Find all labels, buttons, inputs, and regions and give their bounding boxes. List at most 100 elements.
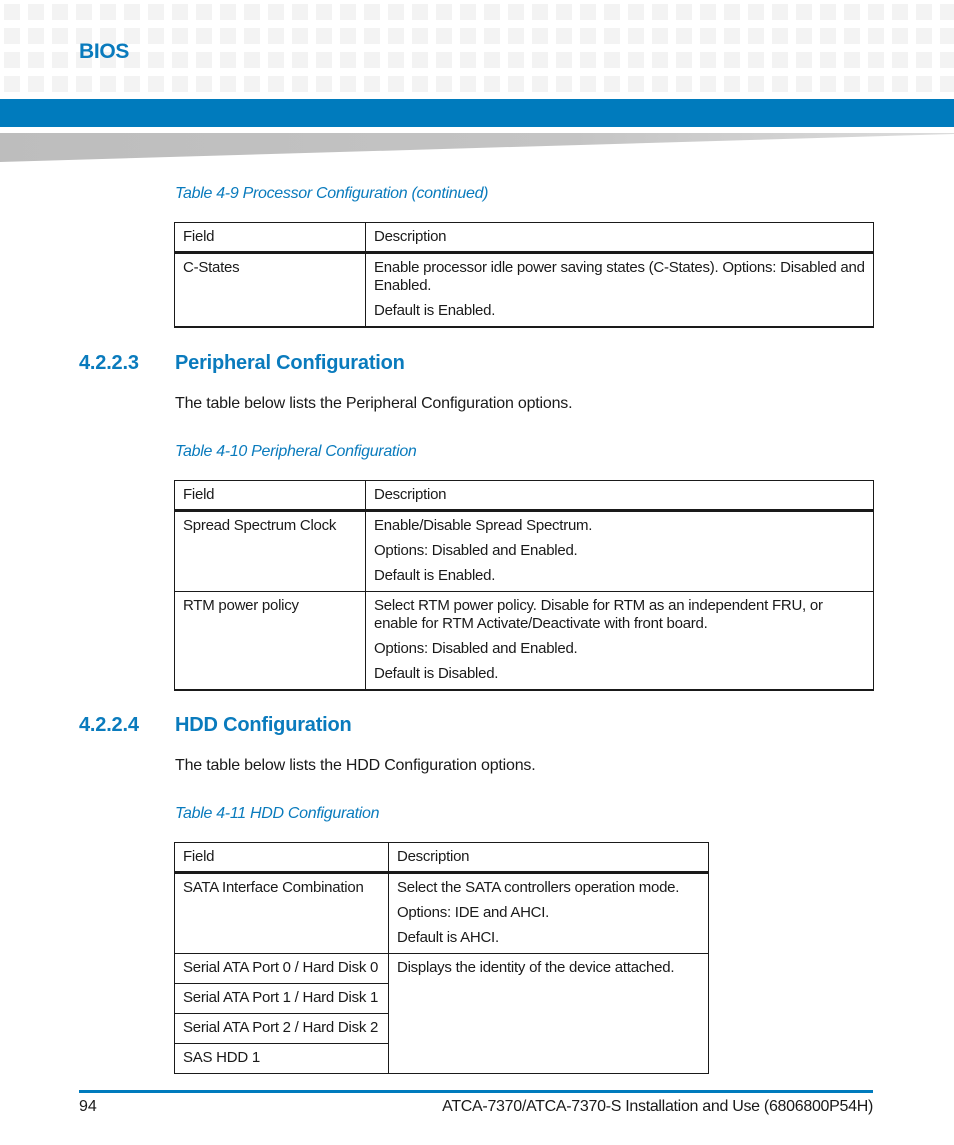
header-grid-square <box>196 52 212 68</box>
header-grid-square <box>820 52 836 68</box>
header-grid-square <box>244 4 260 20</box>
header-grid-square <box>460 76 476 92</box>
header-grid-square <box>172 52 188 68</box>
header-grid-square <box>100 76 116 92</box>
header-grid-square <box>292 28 308 44</box>
description-line: Enable/Disable Spread Spectrum. <box>374 517 593 534</box>
header-grid-square <box>676 28 692 44</box>
field-cell: C-States <box>174 252 366 328</box>
field-cell: SAS HDD 1 <box>174 1043 389 1074</box>
header-grid-square <box>508 52 524 68</box>
header-grid-square <box>220 52 236 68</box>
table-row: SATA Interface Combination Select the SA… <box>174 872 709 954</box>
header-grid-square <box>628 52 644 68</box>
header-grid-square <box>580 52 596 68</box>
header-grid-square <box>4 76 20 92</box>
header-grid-square <box>868 28 884 44</box>
table-caption-4-9: Table 4-9 Processor Configuration (conti… <box>175 185 489 202</box>
field-cell: RTM power policy <box>174 591 366 691</box>
header-grid-square <box>916 4 932 20</box>
header-grid-square <box>556 4 572 20</box>
section-heading-peripheral-configuration: 4.2.2.3 Peripheral Configuration <box>79 352 405 375</box>
section-heading-hdd-configuration: 4.2.2.4 HDD Configuration <box>79 714 352 737</box>
header-grid-square <box>508 4 524 20</box>
description-cell: Enable processor idle power saving state… <box>365 252 874 328</box>
table-caption-4-11: Table 4-11 HDD Configuration <box>175 805 380 822</box>
header-grid-square <box>532 4 548 20</box>
header-grid-square <box>532 28 548 44</box>
section-number: 4.2.2.3 <box>79 352 139 374</box>
header-grid-square <box>844 4 860 20</box>
header-grid-square <box>796 28 812 44</box>
header-grid-square <box>436 28 452 44</box>
header-grid-square <box>148 76 164 92</box>
header-grid-square <box>52 76 68 92</box>
header-grid-square <box>484 4 500 20</box>
column-header-description: Description <box>365 222 874 254</box>
description-line: Enable processor idle power saving state… <box>374 259 865 294</box>
header-grid-square <box>604 28 620 44</box>
header-grid-square <box>316 52 332 68</box>
table-row: RTM power policy Select RTM power policy… <box>174 591 874 691</box>
header-grid-square <box>316 76 332 92</box>
header-grid-square <box>748 4 764 20</box>
header-grid-square <box>460 52 476 68</box>
header-grid-square <box>748 76 764 92</box>
header-grid-square <box>844 52 860 68</box>
table-header-row: Field Description <box>174 480 874 512</box>
header-grid-square <box>556 52 572 68</box>
header-grid-square <box>772 76 788 92</box>
table-row: Serial ATA Port 0 / Hard Disk 0 Displays… <box>174 953 709 1074</box>
header-grid-square <box>892 4 908 20</box>
header-grid-square <box>820 28 836 44</box>
header-grid-square <box>28 76 44 92</box>
header-grid-square <box>172 4 188 20</box>
header-grid-square <box>940 52 954 68</box>
section-intro: The table below lists the HDD Configurat… <box>175 757 536 774</box>
header-grid-square <box>676 4 692 20</box>
section-title: Peripheral Configuration <box>175 352 405 374</box>
table-row: C-States Enable processor idle power sav… <box>174 252 874 328</box>
header-grid-square <box>124 4 140 20</box>
header-grid-square <box>892 76 908 92</box>
description-line: Default is Enabled. <box>374 567 496 584</box>
description-line: Select RTM power policy. Disable for RTM… <box>374 597 823 632</box>
header-grid-square <box>388 28 404 44</box>
header-grid-square <box>628 4 644 20</box>
header-grid-square <box>580 28 596 44</box>
header-grid-square <box>700 4 716 20</box>
header-grid-square <box>292 76 308 92</box>
header-grid-square <box>148 28 164 44</box>
header-grid-square <box>724 28 740 44</box>
header-grid-square <box>436 4 452 20</box>
header-grid-square <box>340 28 356 44</box>
header-grid-square <box>748 28 764 44</box>
description-line: Default is Enabled. <box>374 302 496 319</box>
header-grid-square <box>700 52 716 68</box>
header-grid-square <box>364 52 380 68</box>
chapter-title: BIOS <box>79 40 130 63</box>
header-grid-square <box>340 4 356 20</box>
header-grid-square <box>916 28 932 44</box>
header-grid-square <box>52 52 68 68</box>
header-grid-square <box>4 4 20 20</box>
table-peripheral-configuration: Field Description Spread Spectrum Clock … <box>174 480 874 691</box>
header-grid-square <box>772 4 788 20</box>
footer-divider <box>79 1090 873 1093</box>
column-header-field: Field <box>174 222 366 254</box>
header-grid-square <box>4 28 20 44</box>
description-line: Options: IDE and AHCI. <box>397 904 550 921</box>
header-grid-square <box>940 28 954 44</box>
header-grid-square <box>892 52 908 68</box>
header-grid-square <box>292 4 308 20</box>
header-grid-square <box>820 76 836 92</box>
header-grid-square <box>580 4 596 20</box>
table-header-row: Field Description <box>174 842 709 874</box>
header-grid-square <box>892 28 908 44</box>
header-grid-square <box>916 52 932 68</box>
header-grid-square <box>268 4 284 20</box>
header-grid-square <box>796 4 812 20</box>
header-grid-square <box>220 76 236 92</box>
header-grid-square <box>844 28 860 44</box>
description-line: Displays the identity of the device atta… <box>397 959 675 976</box>
